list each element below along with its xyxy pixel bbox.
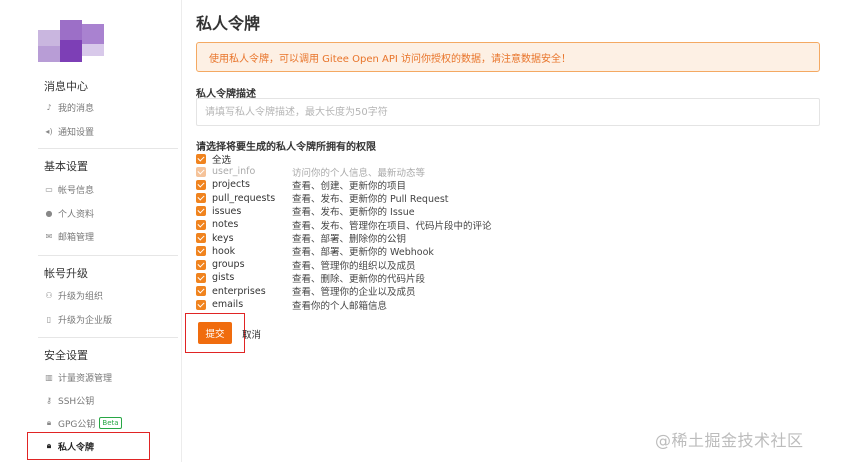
permission-name: gists	[212, 272, 235, 284]
permission-row[interactable]: enterprises 查看、管理你的企业以及成员	[196, 285, 416, 298]
sidebar-item-email-management[interactable]: ✉ 邮箱管理	[44, 227, 94, 245]
section-title-security-settings: 安全设置	[44, 349, 88, 362]
divider	[38, 337, 178, 338]
permission-description: 查看、部署、删除你的公钥	[292, 234, 407, 245]
permission-description: 查看、管理你的企业以及成员	[292, 287, 416, 299]
description-input[interactable]	[196, 98, 820, 126]
sidebar-item-notification-settings[interactable]: ◂) 通知设置	[44, 122, 94, 140]
permission-row[interactable]: emails 查看你的个人邮箱信息	[196, 298, 387, 312]
sidebar: 消息中心 ♪ 我的消息 ◂) 通知设置 基本设置 ▭ 帐号信息 ● 个人资料 ✉…	[30, 0, 182, 462]
notice-banner: 使用私人令牌，可以调用 Gitee Open API 访问你授权的数据，请注意数…	[196, 42, 820, 72]
page-title: 私人令牌	[196, 14, 261, 33]
permission-description: 查看、创建、更新你的项目	[292, 180, 407, 192]
permission-name: user_info	[212, 166, 256, 177]
permission-description: 查看、发布、管理你在项目、代码片段中的评论	[292, 220, 492, 232]
permission-checkbox[interactable]	[196, 206, 206, 217]
id-card-icon: ▭	[45, 184, 53, 194]
token-settings-page: 消息中心 ♪ 我的消息 ◂) 通知设置 基本设置 ▭ 帐号信息 ● 个人资料 ✉…	[0, 0, 841, 462]
sidebar-item-my-messages[interactable]: ♪ 我的消息	[44, 98, 94, 116]
permission-row[interactable]: hook 查看、部署、更新你的 Webhook	[196, 245, 434, 258]
sidebar-item-resource-management[interactable]: ▥ 计量资源管理	[44, 368, 112, 386]
permission-name: pull_requests	[212, 192, 276, 204]
permission-name: hook	[212, 245, 236, 257]
permission-row[interactable]: user_info 访问你的个人信息、最新动态等	[196, 165, 425, 179]
permission-checkbox[interactable]	[196, 193, 206, 204]
sidebar-item-gpg-keys[interactable]: 🔒︎ GPG公钥 Beta	[44, 414, 122, 432]
permission-row[interactable]: notes 查看、发布、管理你在项目、代码片段中的评论	[196, 218, 492, 232]
avatar[interactable]	[38, 10, 104, 62]
group-icon: ⚇	[45, 290, 53, 300]
sidebar-item-ssh-keys[interactable]: ⚷ SSH公钥	[44, 391, 94, 409]
permission-description: 查看、发布、更新你的 Issue	[292, 207, 415, 219]
sidebar-item-profile[interactable]: ● 个人资料	[44, 204, 95, 222]
section-title-account-upgrade: 帐号升级	[44, 267, 88, 280]
section-title-basic-settings: 基本设置	[44, 160, 88, 173]
select-all-row[interactable]: 全选	[196, 152, 231, 166]
permission-row[interactable]: issues 查看、发布、更新你的 Issue	[196, 205, 415, 218]
permission-row[interactable]: pull_requests 查看、发布、更新你的 Pull Request	[196, 192, 449, 205]
beta-badge: Beta	[99, 417, 122, 429]
chart-icon: ▥	[45, 372, 53, 382]
permission-row[interactable]: groups 查看、管理你的组织以及成员	[196, 258, 416, 272]
bell-icon: ♪	[46, 102, 52, 112]
permission-name: enterprises	[212, 285, 266, 297]
permission-description: 查看、部署、更新你的 Webhook	[292, 247, 434, 259]
lock-icon: 🔒︎	[46, 418, 52, 427]
watermark: @稀土掘金技术社区	[655, 431, 804, 450]
sidebar-item-upgrade-organization[interactable]: ⚇ 升级为组织	[44, 286, 103, 304]
cancel-link[interactable]: 取消	[242, 327, 261, 341]
permission-name: issues	[212, 205, 242, 217]
sidebar-item-account-info[interactable]: ▭ 帐号信息	[44, 180, 94, 198]
permission-checkbox[interactable]	[196, 179, 206, 190]
permission-name: keys	[212, 232, 234, 244]
section-title-messages: 消息中心	[44, 80, 88, 93]
permission-name: emails	[212, 299, 244, 310]
select-all-checkbox[interactable]	[196, 153, 206, 164]
building-icon: ▯	[46, 314, 52, 324]
permission-checkbox	[196, 166, 206, 177]
user-icon: ●	[45, 208, 53, 218]
permission-description: 查看、删除、更新你的代码片段	[292, 273, 426, 285]
permission-name: groups	[212, 259, 245, 271]
permission-name: notes	[212, 219, 239, 231]
permission-checkbox[interactable]	[196, 272, 206, 283]
permission-checkbox[interactable]	[196, 286, 206, 297]
permission-row[interactable]: projects 查看、创建、更新你的项目	[196, 178, 406, 192]
permission-checkbox[interactable]	[196, 219, 206, 230]
permission-name: projects	[212, 179, 250, 191]
speaker-icon: ◂)	[45, 126, 53, 136]
key-icon: ⚷	[46, 395, 52, 405]
highlight-box-sidebar	[27, 432, 150, 460]
divider	[38, 148, 178, 149]
permission-checkbox[interactable]	[196, 259, 206, 270]
notice-text: 使用私人令牌，可以调用 Gitee Open API 访问你授权的数据，请注意数…	[209, 53, 571, 65]
permission-checkbox[interactable]	[196, 246, 206, 257]
permission-row[interactable]: keys 查看、部署、删除你的公钥	[196, 232, 406, 245]
sidebar-item-upgrade-enterprise[interactable]: ▯ 升级为企业版	[44, 310, 112, 328]
permission-description: 查看、发布、更新你的 Pull Request	[292, 194, 449, 206]
permission-row[interactable]: gists 查看、删除、更新你的代码片段	[196, 271, 425, 285]
select-all-label: 全选	[212, 154, 232, 166]
permission-checkbox[interactable]	[196, 299, 206, 310]
divider	[38, 255, 178, 256]
mail-icon: ✉	[45, 231, 53, 241]
submit-button[interactable]: 提交	[198, 322, 232, 344]
permission-checkbox[interactable]	[196, 233, 206, 243]
permission-description: 查看、管理你的组织以及成员	[292, 260, 416, 272]
permission-description: 查看你的个人邮箱信息	[292, 300, 388, 312]
permission-description: 访问你的个人信息、最新动态等	[292, 167, 426, 179]
